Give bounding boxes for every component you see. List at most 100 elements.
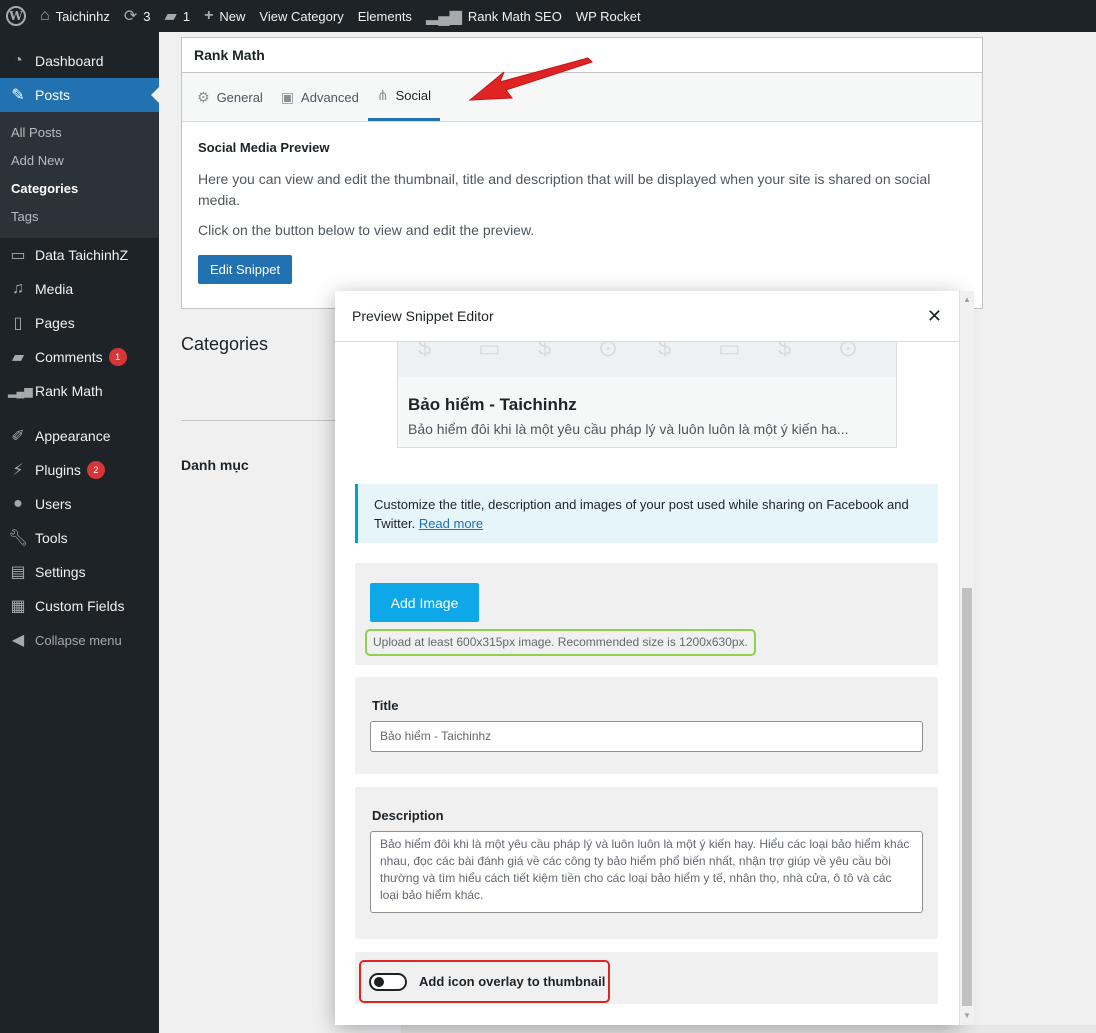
scroll-down-arrow-icon[interactable]: ▼ bbox=[960, 1009, 974, 1023]
icon-overlay-label: Add icon overlay to thumbnail bbox=[419, 974, 606, 989]
sidebar-item-media[interactable]: ♫ Media bbox=[0, 272, 159, 306]
share-icon: ⋔ bbox=[376, 87, 389, 103]
rank-math-icon: ▂▄▆ bbox=[8, 385, 33, 398]
elements-link[interactable]: Elements bbox=[351, 0, 419, 32]
sidebar-item-rank-math[interactable]: ▂▄▆ Rank Math bbox=[0, 374, 159, 408]
background-area bbox=[401, 1025, 1096, 1033]
icon-overlay-panel: Add icon overlay to thumbnail bbox=[355, 952, 938, 1004]
edit-snippet-button[interactable]: Edit Snippet bbox=[198, 255, 293, 284]
tab-advanced[interactable]: ▣ Advanced bbox=[272, 73, 368, 121]
submenu-all-posts[interactable]: All Posts bbox=[0, 119, 159, 147]
sidebar-item-settings[interactable]: ▤ Settings bbox=[0, 555, 159, 589]
updates-link[interactable]: ⟳ 3 bbox=[117, 0, 158, 32]
sidebar-item-posts[interactable]: ✎ Posts bbox=[0, 78, 159, 112]
dollar-pattern-icon: $ bbox=[538, 342, 552, 361]
categories-section-title: Categories bbox=[181, 334, 269, 354]
sidebar-item-tools[interactable]: 🔧︎ Tools bbox=[0, 521, 159, 555]
tab-social[interactable]: ⋔ Social bbox=[367, 73, 441, 121]
view-category-link[interactable]: View Category bbox=[252, 0, 350, 32]
wp-rocket-link[interactable]: WP Rocket bbox=[569, 0, 648, 32]
upload-size-hint: Upload at least 600x315px image. Recomme… bbox=[365, 629, 756, 656]
new-content-link[interactable]: + New bbox=[197, 0, 252, 32]
dollar-pattern-icon: $ bbox=[658, 342, 672, 361]
sidebar-item-dashboard[interactable]: ◔ Dashboard bbox=[0, 44, 159, 78]
tab-general[interactable]: ⚙ General bbox=[188, 73, 272, 121]
gear-icon: ⚙ bbox=[197, 88, 210, 105]
sidebar-item-plugins[interactable]: ⚡ Plugins 2 bbox=[0, 453, 159, 487]
description-panel: Description Bảo hiểm đôi khi là một yêu … bbox=[355, 787, 938, 939]
wrench-icon: 🔧︎ bbox=[8, 530, 29, 547]
plugins-count-badge: 2 bbox=[86, 461, 105, 479]
toolbox-icon: ▣ bbox=[280, 88, 295, 105]
submenu-tags[interactable]: Tags bbox=[0, 203, 159, 231]
admin-sidebar: ◔ Dashboard ✎ Posts All Posts Add New Ca… bbox=[0, 32, 159, 1033]
sidebar-item-data-taichinhz[interactable]: ▭ Data TaichinhZ bbox=[0, 238, 159, 272]
dollar-pattern-icon: ⊙ bbox=[598, 342, 619, 362]
submenu-categories[interactable]: Categories bbox=[0, 175, 159, 203]
title-panel: Title Bảo hiểm - Taichinhz bbox=[355, 677, 938, 774]
read-more-link[interactable]: Read more bbox=[419, 516, 483, 531]
wordpress-logo-button[interactable]: W bbox=[0, 0, 33, 32]
collapse-menu-button[interactable]: ◀ Collapse menu bbox=[0, 623, 159, 657]
site-name-link[interactable]: ⌂ Taichinhz bbox=[33, 0, 117, 32]
comments-count-badge: 1 bbox=[108, 348, 127, 366]
plus-icon: + bbox=[204, 7, 214, 24]
refresh-icon: ⟳ bbox=[123, 8, 138, 25]
scrollbar-thumb[interactable] bbox=[962, 588, 972, 1006]
dollar-pattern-icon: ▭ bbox=[478, 342, 501, 362]
dollar-pattern-icon: ▭ bbox=[718, 342, 741, 362]
sidebar-item-custom-fields[interactable]: ▦ Custom Fields bbox=[0, 589, 159, 623]
description-label: Description bbox=[372, 808, 444, 823]
modal-header: Preview Snippet Editor ✕ bbox=[335, 291, 959, 342]
social-tab-body: Social Media Preview Here you can view a… bbox=[182, 122, 982, 302]
description-textarea[interactable]: Bảo hiểm đôi khi là một yêu cầu pháp lý … bbox=[370, 831, 923, 913]
dollar-pattern-icon: ⊙ bbox=[838, 342, 859, 362]
title-label: Title bbox=[372, 698, 399, 713]
rank-math-icon: ▂▄▆ bbox=[425, 8, 462, 25]
title-input[interactable]: Bảo hiểm - Taichinhz bbox=[370, 721, 923, 752]
modal-scrollbar[interactable]: ▲ ▼ bbox=[959, 291, 974, 1025]
preview-description: Bảo hiểm đôi khi là một yêu cầu pháp lý … bbox=[408, 421, 849, 437]
red-arrow-annotation bbox=[468, 57, 593, 101]
social-preview-description: Here you can view and edit the thumbnail… bbox=[198, 171, 931, 208]
media-icon: ♫ bbox=[12, 280, 24, 297]
preview-snippet-editor-modal: Preview Snippet Editor ✕ $ ▭ $ ⊙ $ ▭ $ ⊙… bbox=[335, 291, 959, 1025]
collapse-icon: ◀ bbox=[11, 632, 25, 649]
modal-title: Preview Snippet Editor bbox=[352, 308, 494, 324]
settings-icon: ▤ bbox=[10, 564, 26, 581]
icon-overlay-toggle[interactable] bbox=[369, 972, 407, 991]
pin-icon: ✎ bbox=[11, 87, 25, 104]
plug-icon: ⚡ bbox=[12, 462, 24, 479]
sidebar-item-appearance[interactable]: ✐ Appearance bbox=[0, 419, 159, 453]
comment-icon: ▰ bbox=[11, 349, 25, 366]
social-preview-heading: Social Media Preview bbox=[198, 140, 330, 155]
danh-muc-label: Danh mục bbox=[181, 457, 249, 473]
dollar-pattern-icon: $ bbox=[418, 342, 432, 361]
divider bbox=[181, 420, 341, 421]
folder-icon: ▭ bbox=[10, 247, 26, 264]
add-image-button[interactable]: Add Image bbox=[370, 583, 479, 622]
close-icon[interactable]: ✕ bbox=[927, 306, 942, 327]
submenu-add-new[interactable]: Add New bbox=[0, 147, 159, 175]
custom-fields-icon: ▦ bbox=[10, 598, 26, 615]
social-preview-instruction: Click on the button below to view and ed… bbox=[198, 222, 535, 238]
rank-math-seo-link[interactable]: ▂▄▆ Rank Math SEO bbox=[419, 0, 569, 32]
sidebar-item-comments[interactable]: ▰ Comments 1 bbox=[0, 340, 159, 374]
icon-overlay-toggle-row: Add icon overlay to thumbnail bbox=[359, 960, 610, 1003]
sidebar-item-users[interactable]: ● Users bbox=[0, 487, 159, 521]
social-preview-card: $ ▭ $ ⊙ $ ▭ $ ⊙ Bảo hiểm - Taichinhz Bảo… bbox=[397, 342, 897, 448]
comment-icon: ▰ bbox=[164, 8, 177, 25]
image-panel: Add Image Upload at least 600x315px imag… bbox=[355, 563, 938, 665]
preview-thumbnail: $ ▭ $ ⊙ $ ▭ $ ⊙ bbox=[398, 342, 896, 377]
admin-bar: W ⌂ Taichinhz ⟳ 3 ▰ 1 + New View Categor… bbox=[0, 0, 1096, 32]
preview-title: Bảo hiểm - Taichinhz bbox=[408, 395, 577, 414]
home-icon: ⌂ bbox=[40, 7, 50, 24]
wordpress-icon: W bbox=[6, 6, 26, 26]
user-icon: ● bbox=[13, 495, 23, 512]
scroll-up-arrow-icon[interactable]: ▲ bbox=[960, 293, 974, 307]
comments-link[interactable]: ▰ 1 bbox=[158, 0, 198, 32]
toggle-knob bbox=[374, 976, 384, 987]
dashboard-icon: ◔ bbox=[13, 52, 23, 69]
posts-submenu: All Posts Add New Categories Tags bbox=[0, 112, 159, 238]
sidebar-item-pages[interactable]: ▯ Pages bbox=[0, 306, 159, 340]
